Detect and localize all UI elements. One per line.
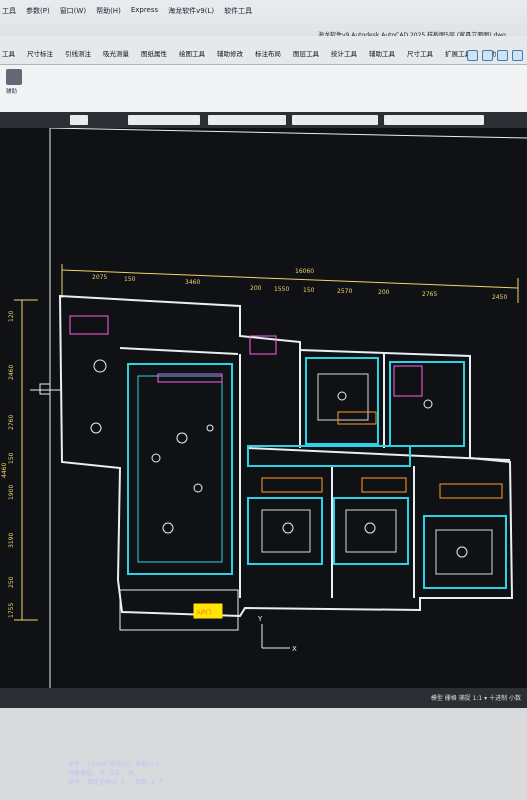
share-icon[interactable]	[482, 50, 493, 61]
room-ceiling-inner	[435, 529, 493, 575]
toolbar-field-5[interactable]	[384, 115, 484, 125]
dimension-label: 16060	[295, 268, 314, 275]
dimension-label-vertical: 1755	[8, 603, 15, 618]
tool-icon[interactable]	[6, 69, 22, 85]
ceiling-fixture	[157, 373, 223, 383]
dimension-label: 2570	[337, 288, 352, 295]
cursor-pickbox	[39, 383, 51, 395]
room-ceiling-inner	[317, 373, 369, 421]
dimension-label: 200	[250, 285, 262, 292]
command-line-text: 命令: 指定对角点 1 : 找到 1 个	[68, 779, 165, 786]
dimension-label: 150	[303, 287, 315, 294]
toolbar-field-3[interactable]	[208, 115, 286, 125]
room-ceiling-inner	[345, 509, 397, 553]
command-line-text: 对象捕捉: 开 正交: 关	[68, 770, 135, 777]
dimension-label: 2765	[422, 291, 437, 298]
room-ceiling	[247, 497, 323, 565]
dimension-label-vertical: 1900	[8, 485, 15, 500]
dimension-label-vertical: 150	[8, 452, 15, 464]
dimension-label: 2075	[92, 274, 107, 281]
toolbar-field-4[interactable]	[292, 115, 378, 125]
tab-tools[interactable]: 工具	[2, 48, 15, 58]
dimension-label-vertical: 2760	[8, 415, 15, 430]
floor-plan-drawing: 2075 150 3460 16060 200 1550 150 2570 20…	[1, 127, 527, 688]
dimension-label-vertical: 4460	[1, 463, 8, 478]
dimension-label-vertical: 250	[8, 576, 15, 588]
cabinet-outline	[439, 483, 503, 499]
ribbon-tabs-bar: 工具 尺寸标注 引线测注 吸光测量 图纸属性 绘图工具 辅助修改 标注布局 图层…	[0, 36, 527, 65]
tab-dimension[interactable]: 尺寸标注	[27, 48, 53, 58]
tab-light-measure[interactable]: 吸光测量	[103, 48, 129, 58]
menu-item-software-tools[interactable]: 软件工具	[224, 6, 252, 16]
dimension-label-vertical: 3190	[8, 533, 15, 548]
ucs-x-label: X	[292, 645, 297, 653]
menu-item-help[interactable]: 帮助(H)	[96, 6, 121, 16]
entry-tag: 入户门	[196, 609, 211, 616]
cabinet-outline	[361, 477, 407, 493]
menu-item-window[interactable]: 窗口(W)	[60, 6, 86, 16]
room-ceiling	[333, 497, 409, 565]
tab-layout[interactable]: 标注布局	[255, 48, 281, 58]
ribbon-right-icons	[467, 50, 523, 61]
panel-label: 辅助	[6, 89, 18, 95]
status-text: 模型 栅格 捕捉 1:1 ▾ 十进制 小数	[430, 695, 521, 702]
room-ceiling	[305, 357, 379, 445]
title-bar: 工具 参数(P) 窗口(W) 帮助(H) Express 海龙软件v9(L) 软…	[0, 0, 527, 39]
tab-statistics[interactable]: 统计工具	[331, 48, 357, 58]
room-ceiling	[389, 361, 465, 447]
dimension-label: 2450	[492, 294, 507, 301]
dimension-label: 3460	[185, 279, 200, 286]
room-fixture	[393, 365, 423, 397]
account-icon[interactable]	[512, 50, 523, 61]
command-line[interactable]: 命令: LAYOUT选项(V) 布局(L) 对象捕捉: 开 正交: 关 命令: …	[68, 760, 238, 800]
menu-item-express[interactable]: Express	[131, 6, 158, 16]
canvas-frame-line	[49, 127, 527, 139]
menu-bar: 工具 参数(P) 窗口(W) 帮助(H) Express 海龙软件v9(L) 软…	[0, 6, 252, 16]
tab-size-tools[interactable]: 尺寸工具	[407, 48, 433, 58]
ceiling-outline	[127, 363, 233, 575]
tab-draw-tools[interactable]: 绘图工具	[179, 48, 205, 58]
room-ceiling-inner	[261, 509, 311, 553]
toolbar-field-1[interactable]	[70, 115, 88, 125]
settings-icon[interactable]	[497, 50, 508, 61]
ucs-y-label: Y	[257, 615, 263, 623]
dimension-label-vertical: 120	[8, 310, 15, 322]
ceiling-outline	[137, 375, 223, 563]
dimension-label: 150	[124, 276, 136, 283]
cabinet-outline	[337, 411, 377, 425]
status-bar: 模型 栅格 捕捉 1:1 ▾ 十进制 小数	[0, 688, 527, 708]
tab-drawing-props[interactable]: 图纸属性	[141, 48, 167, 58]
dimension-label-vertical: 2460	[8, 365, 15, 380]
menu-item-tools[interactable]: 工具	[2, 6, 16, 16]
drawing-canvas[interactable]: 2075 150 3460 16060 200 1550 150 2570 20…	[0, 127, 527, 786]
dimension-label: 1550	[274, 286, 289, 293]
tab-aux-tools[interactable]: 辅助工具	[369, 48, 395, 58]
fixture-outline	[69, 315, 109, 335]
drawing-toolbar	[0, 112, 527, 128]
dimension-label: 200	[378, 289, 390, 296]
tab-layers[interactable]: 图层工具	[293, 48, 319, 58]
toolbar-field-2[interactable]	[128, 115, 200, 125]
menu-item-params[interactable]: 参数(P)	[26, 6, 50, 16]
command-line-text: 命令: LAYOUT选项(V) 布局(L)	[68, 761, 159, 768]
ribbon-tab-list: 工具 尺寸标注 引线测注 吸光测量 图纸属性 绘图工具 辅助修改 标注布局 图层…	[2, 48, 496, 58]
search-icon[interactable]	[467, 50, 478, 61]
tab-leader[interactable]: 引线测注	[65, 48, 91, 58]
inner-wall	[119, 347, 239, 355]
menu-item-hailong[interactable]: 海龙软件v9(L)	[168, 6, 214, 16]
tab-modify[interactable]: 辅助修改	[217, 48, 243, 58]
cabinet-outline	[261, 477, 323, 493]
